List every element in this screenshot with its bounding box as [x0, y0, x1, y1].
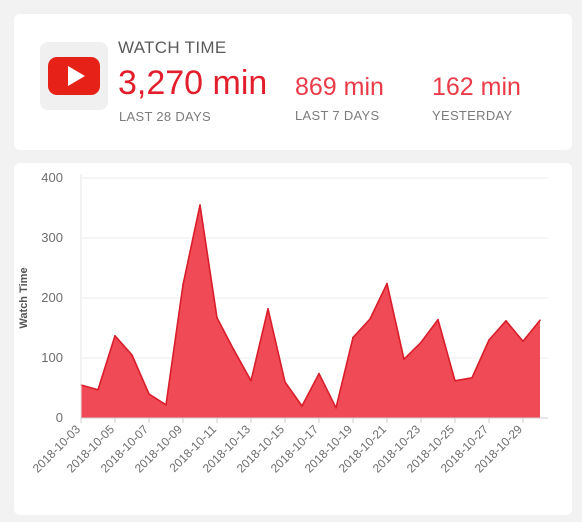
kpi-28-days-label: LAST 28 DAYS — [119, 109, 211, 124]
watch-time-line — [80, 204, 541, 409]
data-point — [437, 318, 439, 321]
grid-layer — [81, 177, 548, 359]
kpi-28-days-value: 3,270 min — [118, 64, 268, 102]
kpi-card: WATCH TIME 3,270 min LAST 28 DAYS 869 mi… — [14, 14, 572, 150]
kpi-yesterday-label: YESTERDAY — [432, 108, 513, 123]
data-point — [97, 389, 99, 391]
data-point — [488, 339, 490, 341]
data-point — [250, 380, 252, 382]
kpi-7-days-value: 869 min — [295, 73, 384, 101]
y-tick-label: 300 — [41, 230, 63, 245]
data-point — [267, 308, 269, 310]
y-tick-labels: 0 100 200 300 400 — [41, 170, 63, 425]
data-point — [165, 404, 167, 406]
data-point — [539, 319, 541, 321]
data-point — [454, 380, 456, 382]
kpi-title: WATCH TIME — [118, 38, 227, 57]
y-tick-label: 0 — [56, 410, 63, 425]
y-tick-label: 100 — [41, 350, 63, 365]
data-point — [386, 282, 388, 285]
kpi-7-days-label: LAST 7 DAYS — [295, 108, 380, 123]
data-point — [318, 372, 320, 375]
chart-card: 0 100 200 300 400 2018-10-03 2018-10-05 2018-1… — [14, 163, 572, 515]
y-tick-label: 400 — [41, 170, 63, 185]
y-tick-label: 200 — [41, 290, 63, 305]
watch-time-area — [81, 205, 540, 418]
data-point — [471, 377, 473, 379]
watch-time-chart: 0 100 200 300 400 2018-10-032018-10-052018-1… — [18, 170, 548, 476]
data-point — [131, 354, 133, 356]
x-tick-labels: 2018-10-032018-10-052018-10-072018-10-09… — [30, 422, 526, 476]
data-point — [420, 341, 422, 344]
data-point — [216, 317, 218, 319]
data-point — [114, 335, 116, 337]
data-point — [199, 204, 201, 206]
area-layer — [80, 204, 541, 418]
data-point — [403, 358, 405, 360]
data-point — [522, 340, 524, 342]
data-point — [233, 349, 235, 351]
youtube-play-icon — [48, 57, 100, 95]
y-axis-label: Watch Time — [18, 267, 30, 328]
data-point — [301, 405, 303, 407]
kpi-yesterday-value: 162 min — [432, 73, 521, 101]
data-point — [148, 393, 150, 395]
data-point — [182, 284, 184, 286]
data-point — [335, 407, 337, 409]
data-point — [369, 318, 371, 320]
data-point — [352, 336, 354, 339]
data-point — [284, 381, 286, 383]
logo-tile — [40, 42, 108, 110]
data-point — [505, 320, 507, 322]
